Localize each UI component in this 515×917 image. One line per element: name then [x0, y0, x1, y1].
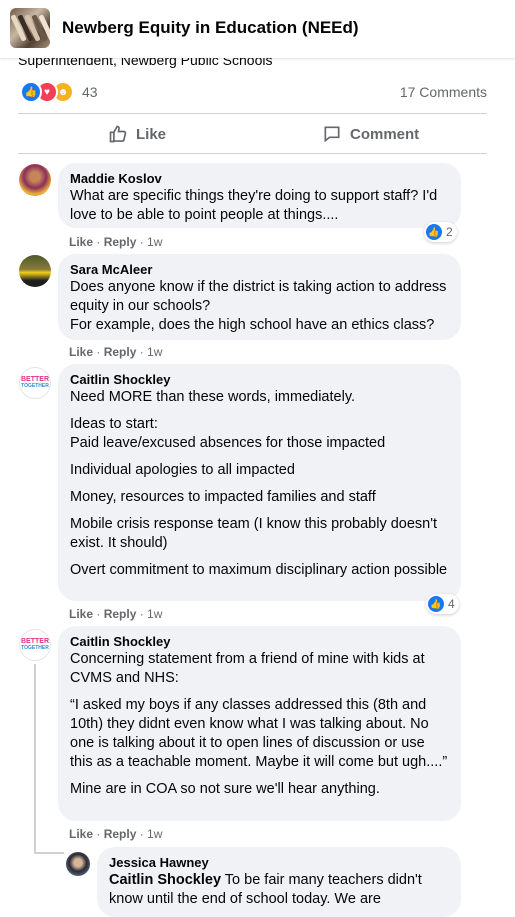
comment-text: For example, does the high school have a…: [70, 317, 435, 333]
like-button[interactable]: Like: [108, 124, 166, 144]
like-reaction-icon: 👍: [20, 81, 42, 103]
comment-reaction-count: 2: [446, 225, 453, 239]
avatar[interactable]: BETTER TOGETHER: [19, 629, 51, 661]
comment-actions: Like · Reply · 1w: [69, 607, 163, 621]
comment-reply-link[interactable]: Reply: [104, 235, 137, 249]
comment-actions: Like · Reply · 1w: [69, 345, 163, 359]
comment-bubble: Caitlin Shockley Need MORE than these wo…: [58, 364, 461, 601]
comment-text: Individual apologies to all impacted: [70, 462, 295, 478]
like-reaction-icon: 👍: [426, 224, 442, 240]
mention-link[interactable]: Caitlin Shockley: [109, 872, 221, 888]
comment-time[interactable]: 1w: [147, 345, 162, 359]
comment-text: Concerning statement from a friend of mi…: [70, 651, 425, 686]
comment-time[interactable]: 1w: [147, 235, 162, 249]
like-reaction-icon: 👍: [428, 596, 444, 612]
reply-bubble: Jessica Hawney Caitlin Shockley To be fa…: [97, 847, 461, 917]
comment-like-link[interactable]: Like: [69, 235, 93, 249]
comments-count-link[interactable]: 17 Comments: [400, 84, 487, 100]
comment-reaction-count: 4: [448, 597, 455, 611]
reaction-count: 43: [82, 84, 98, 100]
comment-actions: Like · Reply · 1w: [69, 235, 163, 249]
thumbs-up-icon: [109, 125, 127, 143]
group-header: Newberg Equity in Education (NEEd): [0, 0, 515, 58]
post-reactions[interactable]: 👍 ♥ ☻ 43: [20, 81, 98, 103]
comment-time[interactable]: 1w: [147, 827, 162, 841]
comment-reaction-badge[interactable]: 👍 4: [426, 594, 459, 614]
comment-bubble: Caitlin Shockley Concerning statement fr…: [58, 626, 461, 821]
comment-text: Mine are in COA so not sure we'll hear a…: [70, 781, 380, 797]
comment-reply-link[interactable]: Reply: [104, 345, 137, 359]
comment-text: Paid leave/excused absences for those im…: [70, 435, 386, 451]
avatar[interactable]: [19, 164, 51, 196]
comment-reaction-badge[interactable]: 👍 2: [424, 222, 457, 242]
comment-reply-link[interactable]: Reply: [104, 827, 137, 841]
comment-text: Overt commitment to maximum disciplinary…: [70, 562, 448, 578]
reply-author[interactable]: Jessica Hawney: [109, 855, 449, 871]
comment-icon: [324, 126, 340, 143]
divider: [18, 153, 487, 154]
comment-like-link[interactable]: Like: [69, 827, 93, 841]
divider: [18, 113, 487, 114]
like-label: Like: [136, 125, 167, 143]
comment-text: Does anyone know if the district is taki…: [70, 279, 447, 314]
comment-author[interactable]: Maddie Koslov: [70, 171, 449, 187]
comment-text: Ideas to start:: [70, 416, 158, 432]
avatar[interactable]: [19, 255, 51, 287]
comment-author[interactable]: Caitlin Shockley: [70, 634, 449, 650]
comment-author[interactable]: Caitlin Shockley: [70, 372, 449, 388]
reply-thread-line: [34, 852, 64, 854]
reply-thread-line: [34, 664, 36, 854]
comment-actions: Like · Reply · 1w: [69, 827, 163, 841]
comment-like-link[interactable]: Like: [69, 345, 93, 359]
comment-text: Money, resources to impacted families an…: [70, 489, 376, 505]
comment-text: What are specific things they're doing t…: [70, 188, 438, 223]
comment-bubble: Sara McAleer Does anyone know if the dis…: [58, 254, 461, 340]
group-title[interactable]: Newberg Equity in Education (NEEd): [62, 18, 359, 38]
comment-reply-link[interactable]: Reply: [104, 607, 137, 621]
group-avatar[interactable]: [10, 8, 50, 48]
comment-label: Comment: [350, 125, 420, 143]
comment-text: “I asked my boys if any classes addresse…: [70, 697, 448, 770]
comment-like-link[interactable]: Like: [69, 607, 93, 621]
comment-button[interactable]: Comment: [322, 124, 419, 144]
avatar[interactable]: [66, 852, 90, 876]
comment-time[interactable]: 1w: [147, 607, 162, 621]
reply-text: Caitlin Shockley To be fair many teacher…: [109, 872, 422, 907]
comment-bubble: Maddie Koslov What are specific things t…: [58, 163, 461, 228]
avatar[interactable]: BETTER TOGETHER: [19, 367, 51, 399]
comment-text: Need MORE than these words, immediately.: [70, 389, 356, 405]
comment-text: Mobile crisis response team (I know this…: [70, 516, 438, 551]
comment-author[interactable]: Sara McAleer: [70, 262, 449, 278]
